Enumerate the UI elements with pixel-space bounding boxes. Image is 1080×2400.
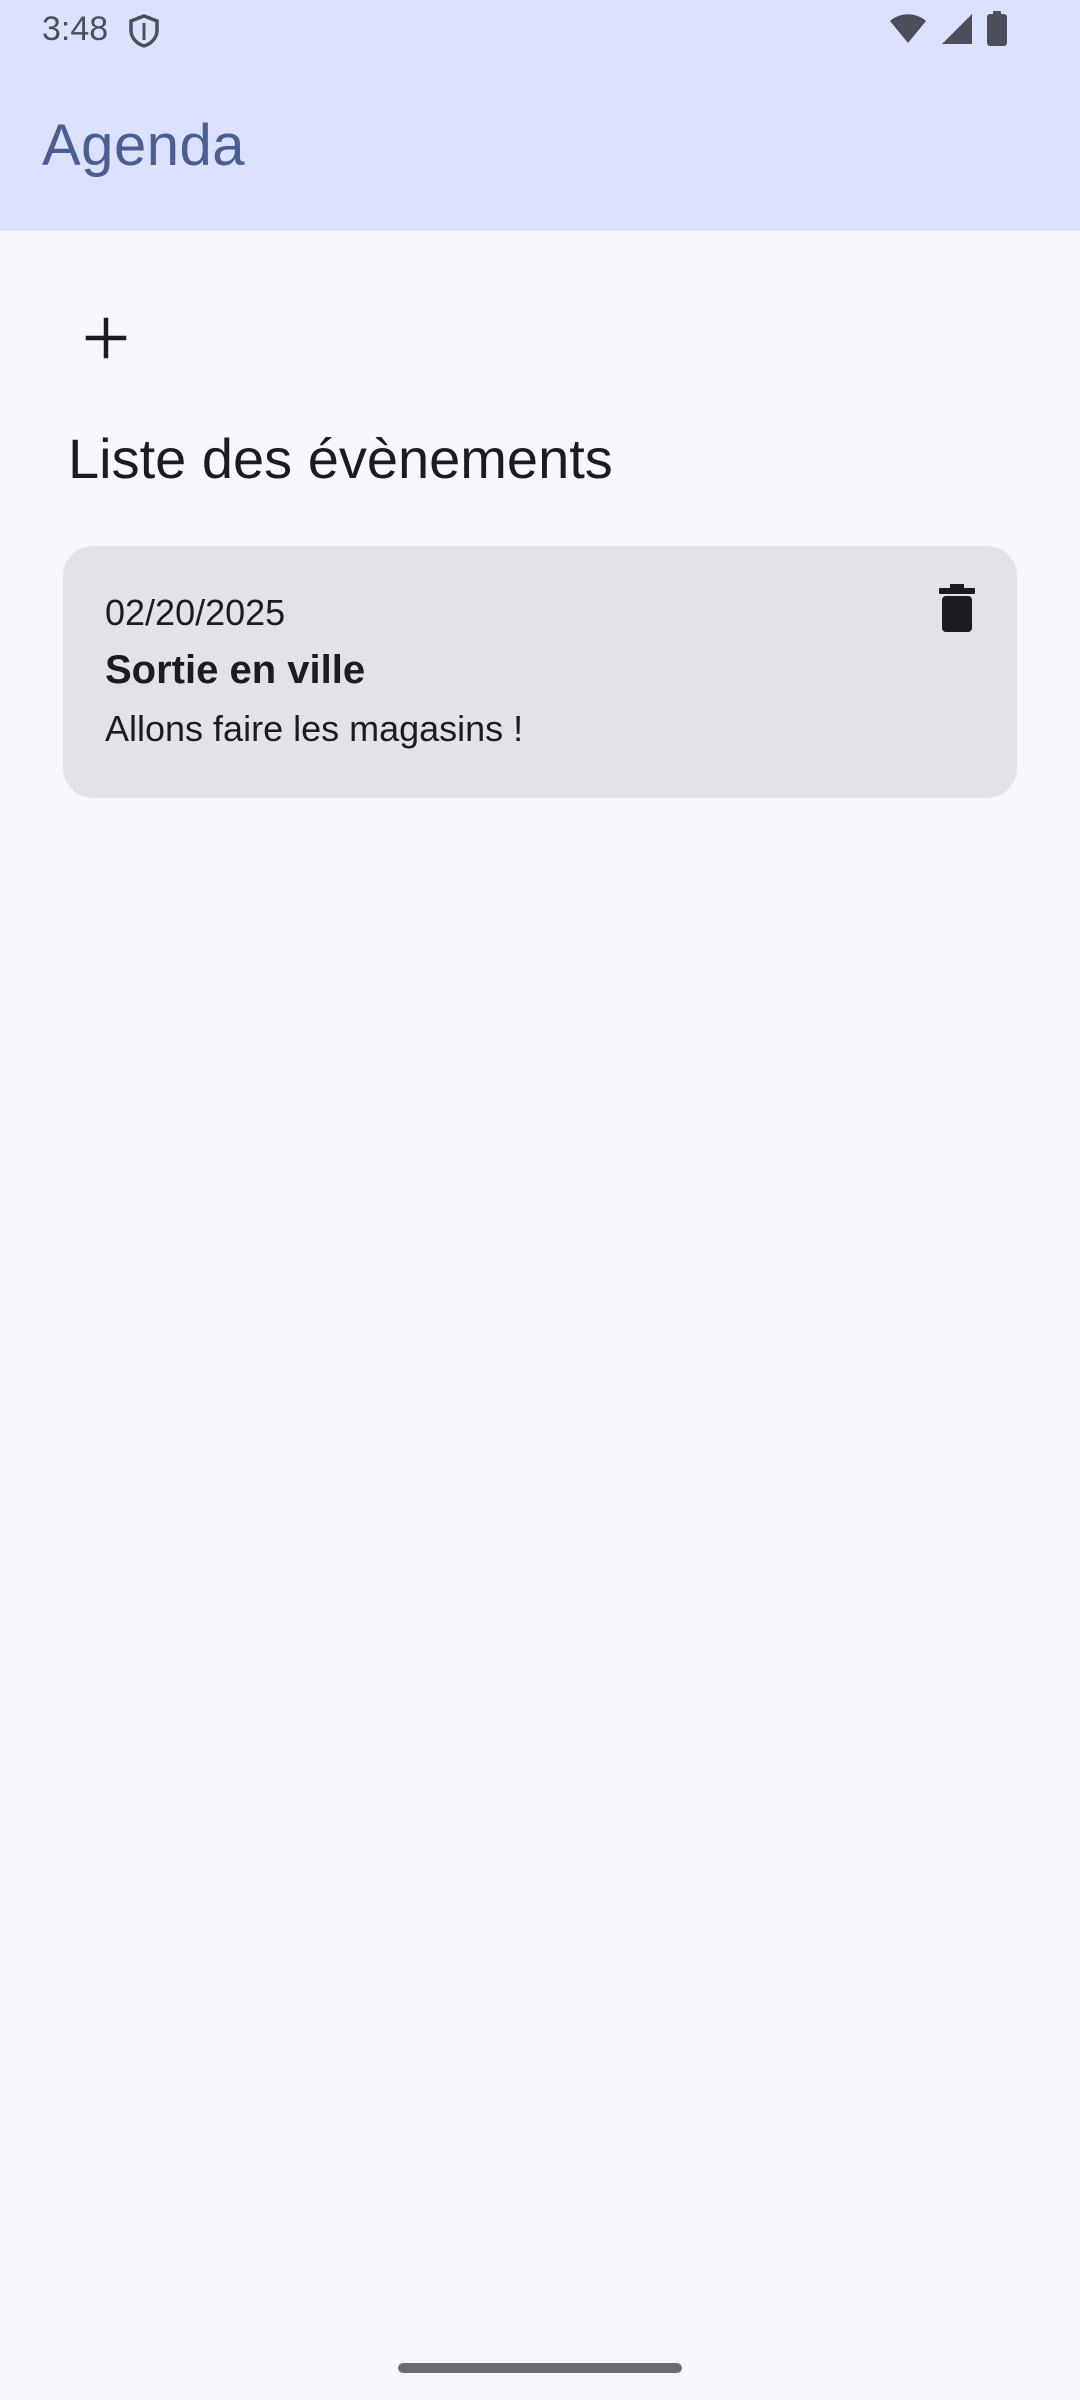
event-date: 02/20/2025 <box>105 592 286 633</box>
app-title: Agenda <box>42 113 245 178</box>
add-event-button[interactable] <box>66 300 146 380</box>
home-indicator[interactable] <box>398 2363 682 2373</box>
status-icons <box>888 10 1008 52</box>
battery-icon <box>986 10 1008 52</box>
section-title: Liste des évènements <box>68 427 613 490</box>
top-app-bar: 3:48 Agenda <box>0 0 1080 231</box>
signal-icon <box>940 12 974 51</box>
status-bar: 3:48 <box>0 0 1080 62</box>
trash-icon <box>938 583 976 637</box>
wifi-icon <box>888 13 928 50</box>
event-title: Sortie en ville <box>105 648 366 692</box>
shield-icon <box>128 14 160 48</box>
delete-event-button[interactable] <box>921 574 993 646</box>
status-time: 3:48 <box>42 10 109 48</box>
plus-icon <box>84 316 128 365</box>
event-description: Allons faire les magasins ! <box>105 708 524 749</box>
event-card[interactable]: 02/20/2025 Sortie en ville Allons faire … <box>63 546 1017 798</box>
